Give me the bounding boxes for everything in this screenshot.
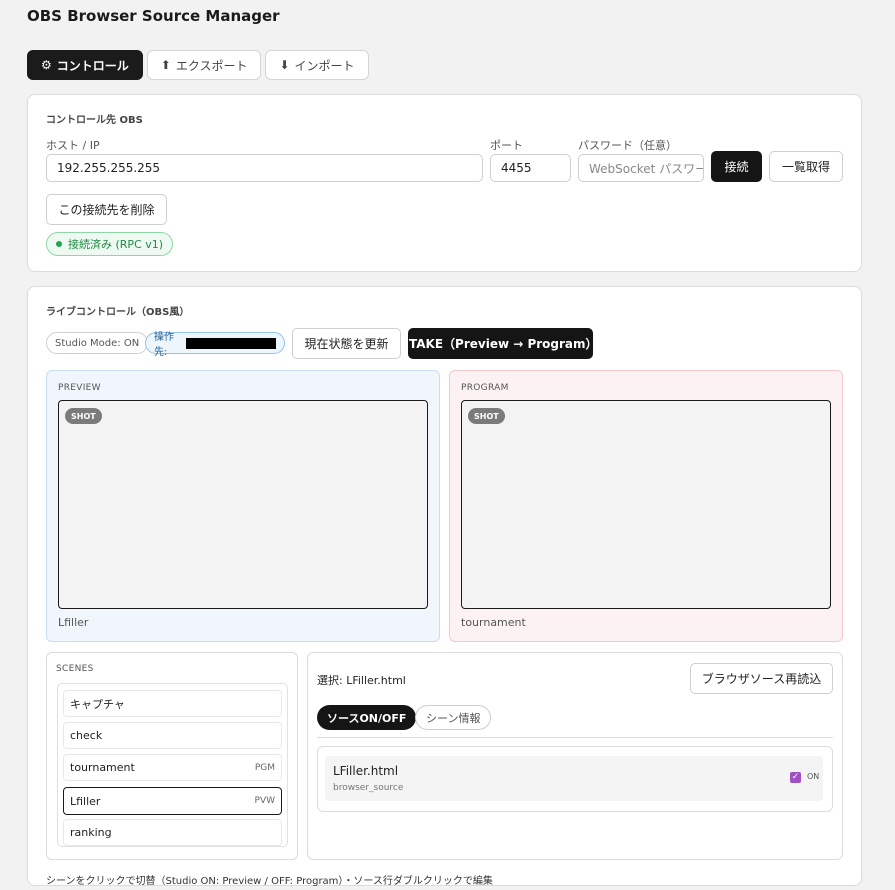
preview-label: PREVIEW [58,383,101,393]
scene-item-tournament[interactable]: tournament PGM [63,754,282,781]
fetch-list-button[interactable]: 一覧取得 [769,151,843,182]
scene-list: キャプチャ check tournament PGM Lfiller PVW r… [57,683,288,847]
live-section-title: ライブコントロール（OBS風） [46,307,190,318]
upload-icon: ⬆ [160,58,171,72]
preview-scene-name: Lfiller [58,616,89,629]
password-label: パスワード（任意） [578,139,677,152]
tab-import[interactable]: ⬇ インポート [265,50,369,80]
scene-item-label: check [70,729,103,742]
tab-control[interactable]: ⚙ コントロール [27,50,143,80]
tab-export-label: エクスポート [175,58,248,73]
scene-item-ranking[interactable]: ranking [63,819,282,846]
source-row[interactable]: LFiller.html browser_source ✓ ON [325,756,823,801]
scene-item-capture[interactable]: キャプチャ [63,690,282,717]
scene-item-label: Lfiller [70,794,101,808]
program-label: PROGRAM [461,383,509,393]
scene-item-check[interactable]: check [63,722,282,749]
tab-control-label: コントロール [56,58,129,73]
source-visible-checkbox[interactable]: ✓ [790,772,801,783]
selected-source-label: 選択: LFiller.html [317,674,406,687]
download-icon: ⬇ [279,58,290,72]
tab-import-label: インポート [294,58,355,73]
pgm-tag: PGM [254,762,275,773]
program-shot-badge[interactable]: SHOT [468,408,505,424]
take-button[interactable]: TAKE（Preview → Program） [408,328,598,359]
scene-item-lfiller[interactable]: Lfiller PVW [63,787,282,815]
status-dot-icon [56,241,62,247]
refresh-state-button[interactable]: 現在状態を更新 [292,328,401,359]
program-scene-name: tournament [461,616,526,629]
gear-icon: ⚙ [41,58,52,72]
connection-status-badge: 接続済み (RPC v1) [46,232,174,256]
source-kind: browser_source [333,783,404,793]
subtab-source-onoff[interactable]: ソースON/OFF [317,705,417,730]
pvw-tag: PVW [254,796,275,806]
app-title: OBS Browser Source Manager [27,7,280,25]
source-name: LFiller.html [333,764,399,778]
preview-screen[interactable]: SHOT [58,400,428,609]
host-input[interactable]: 192.255.255.255 [46,154,483,182]
port-input[interactable]: 4455 [490,154,571,182]
scene-item-label: tournament [70,761,135,774]
main-tabs: ⚙ コントロール ⬆ エクスポート ⬇ インポート [27,50,369,80]
scene-item-label: ranking [70,826,112,839]
subtab-scene-info[interactable]: シーン情報 [415,705,492,730]
port-label: ポート [490,139,523,152]
connect-button[interactable]: 接続 [711,151,762,182]
program-screen[interactable]: SHOT [461,400,831,609]
connection-status-text: 接続済み (RPC v1) [68,238,164,251]
usage-hint: シーンをクリックで切替（Studio ON: Preview / OFF: Pr… [46,876,493,887]
scenes-title: SCENES [56,664,94,674]
preview-shot-badge[interactable]: SHOT [65,408,102,424]
connection-section-title: コントロール先 OBS [46,115,143,126]
tab-export[interactable]: ⬆ エクスポート [146,50,262,80]
delete-connection-button[interactable]: この接続先を削除 [46,194,167,225]
password-input[interactable]: WebSocket パスワード [578,154,704,182]
operator-redacted [186,337,276,349]
subtab-divider [317,737,833,738]
scene-item-label: キャプチャ [70,697,125,711]
studio-mode-badge: Studio Mode: ON [46,332,149,354]
reload-browser-source-button[interactable]: ブラウザソース再読込 [690,663,833,694]
source-state-label: ON [807,772,820,781]
operator-label: 操作先: [154,332,174,358]
host-label: ホスト / IP [46,139,100,152]
operator-badge: 操作先: [145,332,285,358]
